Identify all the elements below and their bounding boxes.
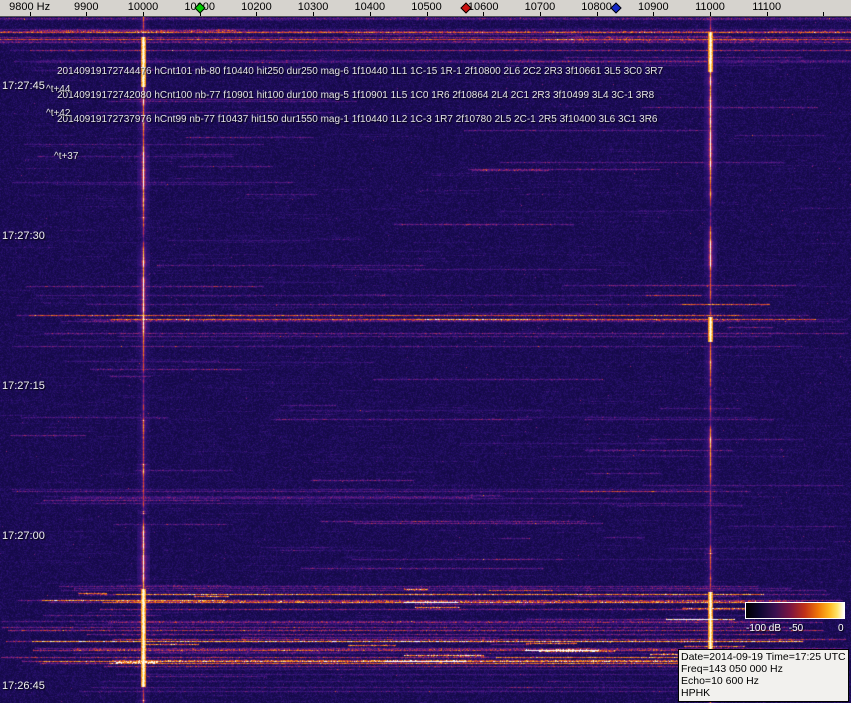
ruler-tick-label: 9900 — [74, 1, 99, 13]
ruler-tick-label: 9800 Hz — [9, 1, 51, 13]
waterfall-canvas — [0, 17, 851, 703]
ruler-tick-label: 10900 — [638, 1, 669, 13]
info-box-line: HPHK — [681, 687, 711, 699]
ruler-tick-label: 10700 — [524, 1, 556, 13]
color-scale-legend — [745, 602, 845, 619]
legend-min-label: -100 dB — [746, 623, 782, 634]
info-box-line: Echo=10 600 Hz — [681, 675, 759, 687]
ruler-tick-label: 11000 — [695, 1, 725, 13]
ruler-tick-label: 10400 — [354, 1, 386, 13]
info-box-line: Date=2014-09-19 Time=17:25 UTC — [681, 651, 846, 663]
ruler-tick-label: 11100 — [752, 1, 782, 13]
ruler-tick-label: 10500 — [411, 1, 442, 13]
status-info-box: Date=2014-09-19 Time=17:25 UTC Freq=143 0… — [678, 649, 849, 702]
ruler-tick-label: 10800 — [581, 1, 612, 13]
ruler-tick-label: 10600 — [467, 1, 499, 13]
blue-diamond-marker[interactable] — [610, 2, 623, 14]
frequency-ruler: 9800 Hz990010000101001020010300104001050… — [0, 0, 851, 17]
legend-max-label: 0 — [838, 623, 844, 634]
spectrogram-app: 9800 Hz990010000101001020010300104001050… — [0, 0, 851, 703]
ruler-tick-label: 10200 — [241, 1, 272, 13]
ruler-tick-label: 10000 — [127, 1, 159, 13]
legend-mid-label: -50 — [788, 623, 804, 634]
ruler-tick — [823, 12, 825, 16]
info-box-line: Freq=143 050 000 Hz — [681, 663, 783, 675]
ruler-tick-label: 10300 — [297, 1, 329, 13]
